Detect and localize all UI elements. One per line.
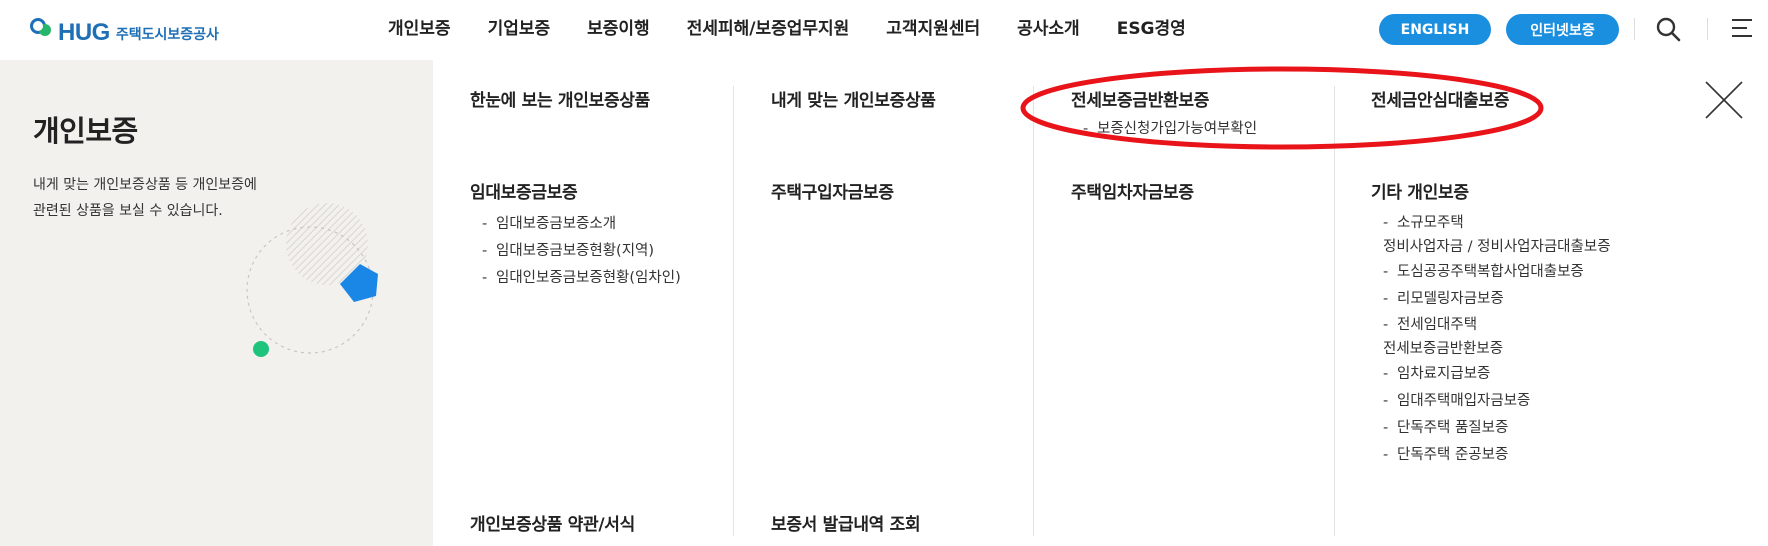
internet-guarantee-button[interactable]: 인터넷보증 — [1506, 14, 1619, 45]
column-divider — [733, 86, 734, 536]
submenu-item[interactable]: - 임대보증금보증소개 — [470, 211, 681, 238]
menu-group: 한눈에 보는 개인보증상품 — [470, 86, 650, 111]
menu-group: 전세금안심대출보증 — [1371, 86, 1509, 111]
menu-group-title[interactable]: 보증서 발급내역 조회 — [771, 510, 921, 535]
decorative-orbit-illustration — [246, 203, 378, 357]
nav-item-jeonse-damage-support[interactable]: 전세피해/보증업무지원 — [687, 14, 850, 39]
menu-group-title[interactable]: 전세보증금반환보증 — [1071, 86, 1257, 111]
submenu-item[interactable]: - 전세임대주택 — [1371, 313, 1611, 337]
site-header: HUG 주택도시보증공사 개인보증 기업보증 보증이행 전세피해/보증업무지원 … — [0, 0, 1768, 60]
submenu-list: - 소규모주택 정비사업자금 / 정비사업자금대출보증 - 도심공공주택복합사업대출… — [1371, 211, 1611, 469]
menu-group: 내게 맞는 개인보증상품 — [771, 86, 936, 111]
menu-group-title[interactable]: 주택임차자금보증 — [1071, 178, 1194, 203]
logo-brand: HUG — [58, 19, 110, 46]
submenu-list: - 보증신청가입가능여부확인 — [1071, 116, 1257, 143]
nav-item-esg[interactable]: ESG경영 — [1117, 14, 1186, 39]
submenu-item[interactable]: - 임차료지급보증 — [1371, 361, 1611, 388]
menu-group-title[interactable]: 기타 개인보증 — [1371, 178, 1611, 203]
column-divider — [1033, 86, 1034, 536]
mega-menu-panel: 개인보증 내게 맞는 개인보증상품 등 개인보증에 관련된 상품을 보실 수 있… — [0, 60, 1768, 546]
submenu-item[interactable]: - 보증신청가입가능여부확인 — [1071, 116, 1257, 143]
menu-group: 개인보증상품 약관/서식 — [470, 510, 635, 535]
menu-group: 주택임차자금보증 — [1071, 178, 1194, 203]
nav-item-company-intro[interactable]: 공사소개 — [1017, 14, 1080, 39]
column-divider — [1334, 86, 1335, 536]
close-icon[interactable] — [1704, 80, 1744, 120]
menu-group: 기타 개인보증 - 소규모주택 정비사업자금 / 정비사업자금대출보증 - 도심공공… — [1371, 178, 1611, 469]
search-icon[interactable] — [1655, 16, 1681, 42]
menu-group: 전세보증금반환보증 - 보증신청가입가능여부확인 — [1071, 86, 1257, 143]
logo-subtitle: 주택도시보증공사 — [115, 27, 219, 43]
logo-mark-icon — [28, 16, 62, 46]
submenu-item[interactable]: - 단독주택 품질보증 — [1371, 415, 1611, 442]
submenu-item[interactable]: - 도심공공주택복합사업대출보증 — [1371, 259, 1611, 286]
english-button[interactable]: ENGLISH — [1379, 14, 1491, 45]
menu-group: 보증서 발급내역 조회 — [771, 510, 921, 535]
menu-group: 임대보증금보증 - 임대보증금보증소개 - 임대보증금보증현황(지역) - 임대인보증… — [470, 178, 681, 292]
menu-group-title[interactable]: 개인보증상품 약관/서식 — [470, 510, 635, 535]
nav-item-customer-center[interactable]: 고객지원센터 — [886, 14, 980, 39]
submenu-item[interactable]: - 임대보증금보증현황(지역) — [470, 238, 681, 265]
header-divider — [1634, 18, 1635, 40]
menu-group-title[interactable]: 주택구입자금보증 — [771, 178, 894, 203]
menu-group-title[interactable]: 전세금안심대출보증 — [1371, 86, 1509, 111]
nav-item-guarantee-performance[interactable]: 보증이행 — [587, 14, 650, 39]
menu-group-title[interactable]: 한눈에 보는 개인보증상품 — [470, 86, 650, 111]
menu-group-title[interactable]: 임대보증금보증 — [470, 178, 681, 203]
nav-item-personal-guarantee[interactable]: 개인보증 — [388, 14, 451, 39]
menu-icon[interactable] — [1730, 16, 1754, 40]
menu-side-intro: 개인보증 내게 맞는 개인보증상품 등 개인보증에 관련된 상품을 보실 수 있… — [0, 60, 433, 546]
header-divider — [1707, 18, 1708, 40]
submenu-item[interactable]: - 임대인보증금보증현황(임차인) — [470, 265, 681, 292]
menu-group-title[interactable]: 내게 맞는 개인보증상품 — [771, 86, 936, 111]
nav-item-corporate-guarantee[interactable]: 기업보증 — [488, 14, 551, 39]
submenu-item[interactable]: 전세보증금반환보증 — [1371, 337, 1611, 361]
menu-group: 주택구입자금보증 — [771, 178, 894, 203]
submenu-item[interactable]: 정비사업자금 / 정비사업자금대출보증 — [1371, 235, 1611, 259]
hug-logo[interactable]: HUG 주택도시보증공사 — [28, 10, 219, 46]
description-line: 내게 맞는 개인보증상품 등 개인보증에 — [33, 177, 257, 193]
submenu-item[interactable]: - 임대주택매입자금보증 — [1371, 388, 1611, 415]
green-dot — [253, 341, 269, 357]
submenu-list: - 임대보증금보증소개 - 임대보증금보증현황(지역) - 임대인보증금보증현황(임차… — [470, 211, 681, 292]
submenu-item[interactable]: - 소규모주택 — [1371, 211, 1611, 235]
submenu-item[interactable]: - 리모델링자금보증 — [1371, 286, 1611, 313]
menu-section-title: 개인보증 — [33, 114, 138, 148]
global-nav: 개인보증 기업보증 보증이행 전세피해/보증업무지원 고객지원센터 공사소개 E… — [388, 0, 1223, 52]
submenu-item[interactable]: - 단독주택 준공보증 — [1371, 442, 1611, 469]
